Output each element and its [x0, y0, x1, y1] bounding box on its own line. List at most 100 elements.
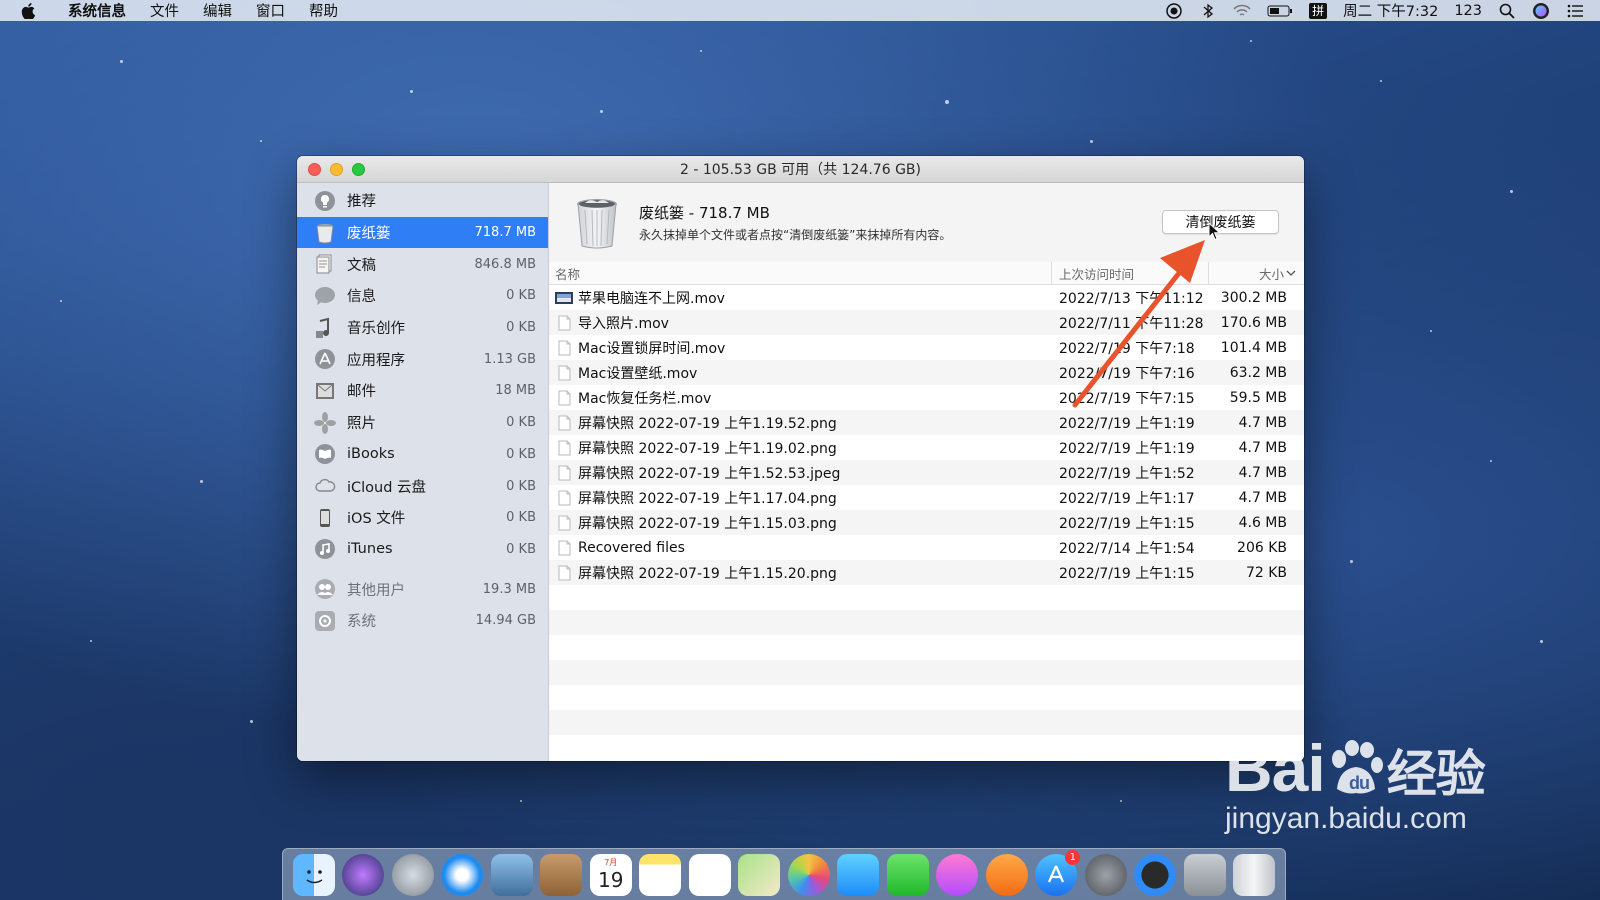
menu-app-name[interactable]: 系统信息	[56, 0, 138, 21]
sidebar-item-applications[interactable]: 应用程序 1.13 GB	[297, 343, 548, 375]
window-minimize-button[interactable]	[330, 163, 343, 176]
sidebar-item-music-creation[interactable]: 音乐创作 0 KB	[297, 312, 548, 344]
window-title: 2 - 105.53 GB 可用（共 124.76 GB)	[679, 162, 921, 178]
table-row[interactable]: Mac恢复任务栏.mov 2022/7/19 下午7:15 59.5 MB	[549, 385, 1304, 410]
column-header-date[interactable]: 上次访问时间	[1052, 262, 1209, 284]
dock-appstore-icon[interactable]: 1	[1035, 849, 1081, 896]
sidebar-item-messages[interactable]: 信息 0 KB	[297, 280, 548, 312]
file-icon	[555, 515, 573, 531]
file-name: Mac设置锁屏时间.mov	[578, 340, 726, 357]
ios-files-icon	[313, 506, 337, 530]
sidebar-item-other-users[interactable]: 其他用户 19.3 MB	[297, 573, 548, 605]
watermark-logo-cn: 经验	[1386, 746, 1486, 802]
table-row[interactable]: 屏幕快照 2022-07-19 上午1.19.02.png 2022/7/19 …	[549, 435, 1304, 460]
system-information-window: 2 - 105.53 GB 可用（共 124.76 GB) 推荐 废纸篓 718…	[297, 156, 1304, 761]
sidebar-item-ibooks[interactable]: iBooks 0 KB	[297, 439, 548, 471]
dock-calendar-icon[interactable]: 7月 19	[589, 853, 632, 896]
table-header: 名称 上次访问时间 大小	[549, 262, 1304, 285]
table-row[interactable]: 屏幕快照 2022-07-19 上午1.19.52.png 2022/7/19 …	[549, 410, 1304, 435]
dock-finder-icon[interactable]	[292, 853, 335, 896]
file-icon	[555, 440, 573, 456]
dock-system-preferences-icon[interactable]	[1084, 853, 1127, 896]
sidebar-item-label: 照片	[347, 416, 376, 433]
dock-trash-icon[interactable]	[1233, 853, 1276, 896]
file-name: Mac恢复任务栏.mov	[578, 390, 712, 407]
sidebar-item-documents[interactable]: 文稿 846.8 MB	[297, 248, 548, 280]
dock: 7月 19 1	[282, 848, 1286, 900]
file-icon	[555, 365, 573, 381]
dock-preview-icon[interactable]	[490, 853, 533, 896]
sidebar: 推荐 废纸篓 718.7 MB 文稿 846.8 MB 信息 0 KB 音乐创作…	[297, 183, 549, 761]
table-row[interactable]: 屏幕快照 2022-07-19 上午1.15.20.png 2022/7/19 …	[549, 560, 1304, 585]
table-row[interactable]: Mac设置壁纸.mov 2022/7/19 下午7:16 63.2 MB	[549, 360, 1304, 385]
window-zoom-button[interactable]	[352, 163, 365, 176]
input-method-indicator[interactable]: 拼	[1309, 2, 1328, 19]
sidebar-item-label: 系统	[347, 614, 376, 631]
icloud-icon	[313, 474, 337, 498]
recommend-icon	[313, 189, 337, 213]
dock-maps-icon[interactable]	[738, 853, 781, 896]
dock-reminders-icon[interactable]	[688, 853, 731, 896]
file-icon	[555, 390, 573, 406]
dock-contacts-icon[interactable]	[540, 853, 583, 896]
dock-messages-icon[interactable]	[837, 853, 880, 896]
table-row[interactable]: Recovered files 2022/7/14 上午1:54 206 KB	[549, 535, 1304, 560]
sidebar-item-size: 0 KB	[506, 288, 536, 304]
sidebar-item-photos[interactable]: 照片 0 KB	[297, 407, 548, 439]
file-name: 屏幕快照 2022-07-19 上午1.19.02.png	[578, 440, 837, 457]
sidebar-item-icloud[interactable]: iCloud 云盘 0 KB	[297, 470, 548, 502]
dock-safari-icon[interactable]	[441, 853, 484, 896]
table-row[interactable]: 屏幕快照 2022-07-19 上午1.17.04.png 2022/7/19 …	[549, 485, 1304, 510]
window-titlebar[interactable]: 2 - 105.53 GB 可用（共 124.76 GB)	[297, 156, 1304, 183]
siri-icon[interactable]	[1532, 2, 1550, 20]
dock-siri-icon[interactable]	[342, 853, 385, 896]
table-row[interactable]: 屏幕快照 2022-07-19 上午1.15.03.png 2022/7/19 …	[549, 510, 1304, 535]
dock-launchpad-icon[interactable]	[391, 853, 434, 896]
dock-notes-icon[interactable]	[639, 853, 682, 896]
column-header-size[interactable]: 大小	[1209, 262, 1304, 284]
menu-window[interactable]: 窗口	[244, 0, 297, 21]
table-row[interactable]: 屏幕快照 2022-07-19 上午1.52.53.jpeg 2022/7/19…	[549, 460, 1304, 485]
watermark-logo: Bai	[1225, 731, 1326, 805]
dock-facetime-icon[interactable]	[886, 853, 929, 896]
file-name: 屏幕快照 2022-07-19 上午1.15.20.png	[578, 565, 837, 582]
bluetooth-icon[interactable]	[1199, 2, 1217, 20]
menu-clock[interactable]: 周二 下午7:32	[1343, 0, 1438, 21]
dock-quicktime-icon[interactable]	[1134, 853, 1177, 896]
file-date: 2022/7/13 下午11:12	[1059, 290, 1204, 307]
dock-automator-icon[interactable]	[1183, 853, 1226, 896]
sidebar-item-ios-files[interactable]: iOS 文件 0 KB	[297, 502, 548, 534]
menu-file[interactable]: 文件	[138, 0, 191, 21]
svg-text:du: du	[1349, 773, 1369, 793]
menu-edit[interactable]: 编辑	[191, 0, 244, 21]
spotlight-search-icon[interactable]	[1498, 2, 1516, 20]
window-close-button[interactable]	[308, 163, 321, 176]
table-row[interactable]: 导入照片.mov 2022/7/11 下午11:28 170.6 MB	[549, 310, 1304, 335]
other-users-icon	[313, 577, 337, 601]
sidebar-item-trash[interactable]: 废纸篓 718.7 MB	[297, 216, 548, 249]
notification-center-icon[interactable]	[1566, 2, 1584, 20]
table-row[interactable]: 苹果电脑连不上网.mov 2022/7/13 下午11:12 300.2 MB	[549, 285, 1304, 310]
screen-record-icon[interactable]	[1165, 2, 1183, 20]
menu-help[interactable]: 帮助	[297, 0, 350, 21]
ibooks-icon	[313, 442, 337, 466]
dock-ibooks-icon[interactable]	[985, 853, 1028, 896]
wifi-icon[interactable]	[1233, 2, 1251, 20]
music-creation-icon	[313, 316, 337, 340]
sidebar-item-label: iOS 文件	[347, 511, 406, 528]
battery-icon[interactable]	[1267, 2, 1293, 20]
sidebar-item-itunes[interactable]: iTunes 0 KB	[297, 534, 548, 566]
empty-row	[549, 710, 1304, 735]
sidebar-item-recommend[interactable]: 推荐	[297, 185, 548, 217]
sidebar-item-mail[interactable]: 邮件 18 MB	[297, 375, 548, 407]
file-date: 2022/7/19 上午1:19	[1059, 415, 1195, 432]
column-header-name[interactable]: 名称	[549, 262, 1052, 284]
menu-user-num[interactable]: 123	[1454, 3, 1482, 19]
chevron-down-icon	[1286, 270, 1296, 276]
apple-menu-icon[interactable]	[0, 2, 56, 19]
dock-itunes-icon[interactable]	[936, 853, 979, 896]
sidebar-item-system[interactable]: 系统 14.94 GB	[297, 605, 548, 637]
dock-photos-icon[interactable]	[787, 853, 830, 896]
baidu-paw-icon: du	[1331, 740, 1383, 794]
table-row[interactable]: Mac设置锁屏时间.mov 2022/7/19 下午7:18 101.4 MB	[549, 335, 1304, 360]
